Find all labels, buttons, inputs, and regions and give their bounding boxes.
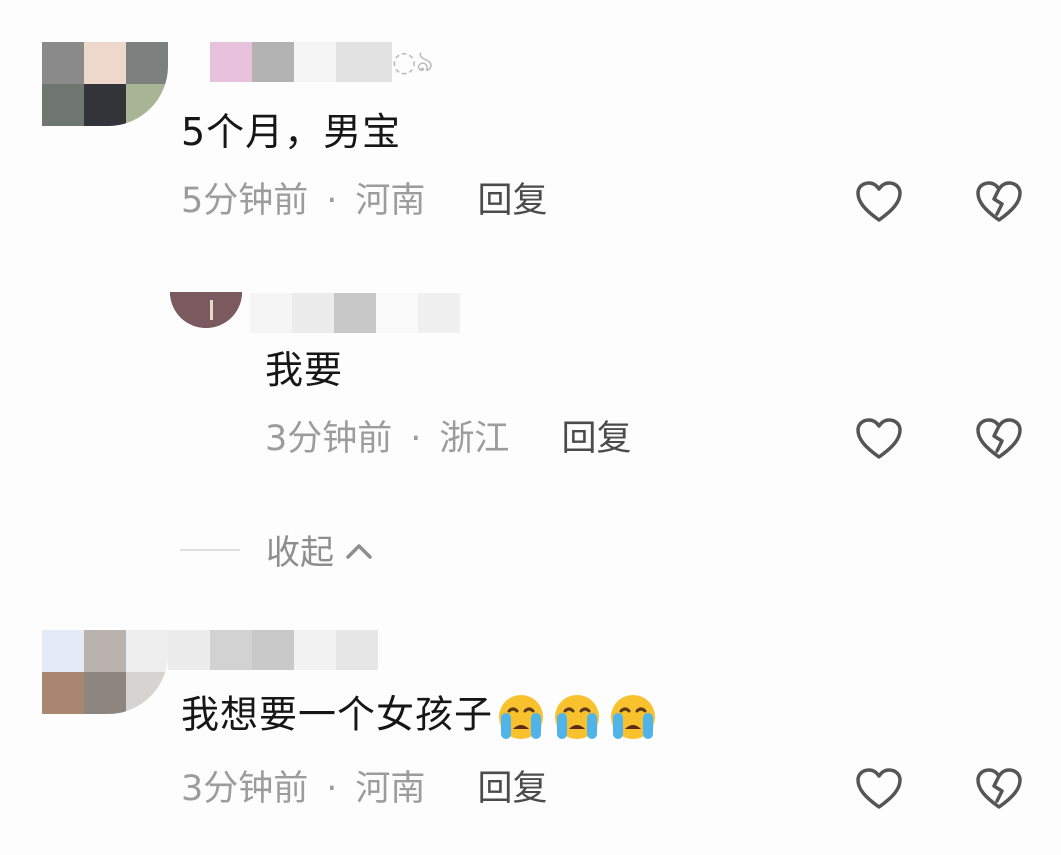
avatar[interactable] xyxy=(170,292,242,328)
reply-button[interactable]: 回复 xyxy=(477,772,547,807)
comment-location: 河南 xyxy=(355,181,426,221)
username-redacted[interactable] xyxy=(250,293,460,333)
loudly-crying-face-icon xyxy=(493,693,549,741)
decoration-icon: ◌ঌ xyxy=(392,45,434,78)
comment-time: 5分钟前 xyxy=(181,181,309,221)
loudly-crying-face-icon xyxy=(549,693,605,741)
comment-location: 河南 xyxy=(355,769,426,809)
broken-heart-icon[interactable] xyxy=(975,417,1023,461)
heart-outline-icon[interactable] xyxy=(855,180,903,224)
comment-location: 浙江 xyxy=(439,419,510,459)
reply-button[interactable]: 回复 xyxy=(561,422,631,457)
username-redacted[interactable]: ◌ঌ xyxy=(210,42,452,82)
avatar-mosaic xyxy=(42,42,168,126)
divider-line xyxy=(180,548,240,551)
comment-text: 5个月，男宝 xyxy=(181,110,402,154)
avatar[interactable] xyxy=(42,630,168,714)
meta-separator: · xyxy=(326,181,338,221)
collapse-replies-button[interactable]: 收起 xyxy=(180,525,380,574)
collapse-label: 收起 xyxy=(266,533,334,573)
comment-time: 3分钟前 xyxy=(265,419,393,459)
chevron-up-icon xyxy=(338,533,380,567)
meta-separator: · xyxy=(410,419,422,459)
comment-text-body: 我想要一个女孩子 xyxy=(181,692,494,737)
meta-separator: · xyxy=(326,769,338,809)
broken-heart-icon[interactable] xyxy=(975,767,1023,811)
avatar-image-icon xyxy=(170,292,242,328)
heart-outline-icon[interactable] xyxy=(855,417,903,461)
comment-time: 3分钟前 xyxy=(181,769,309,809)
comment-meta: 3分钟前 · 浙江 回复 xyxy=(265,422,631,457)
broken-heart-icon[interactable] xyxy=(975,180,1023,224)
heart-outline-icon[interactable] xyxy=(855,767,903,811)
comment-text: 我要 xyxy=(265,348,344,392)
username-redacted[interactable] xyxy=(168,630,378,670)
avatar-mosaic xyxy=(42,630,168,714)
comment-text: 我想要一个女孩子 xyxy=(181,693,661,741)
comment-meta: 5分钟前 · 河南 回复 xyxy=(181,184,547,219)
avatar[interactable] xyxy=(42,42,168,126)
loudly-crying-face-icon xyxy=(605,693,661,741)
comment-meta: 3分钟前 · 河南 回复 xyxy=(181,772,547,807)
reply-button[interactable]: 回复 xyxy=(477,184,547,219)
